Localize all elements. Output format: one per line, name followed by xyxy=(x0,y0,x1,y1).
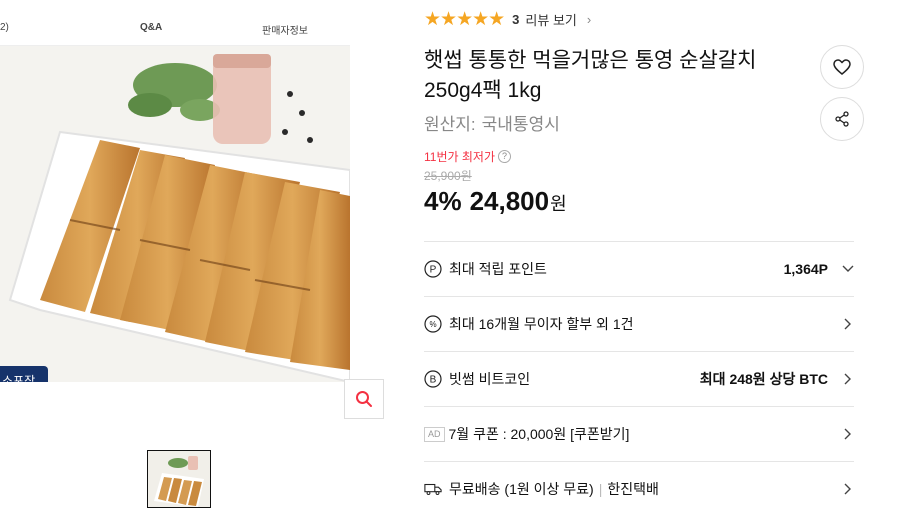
star-rating: ★★★★★ xyxy=(424,8,505,30)
bitcoin-icon: B xyxy=(424,370,442,388)
wishlist-button[interactable] xyxy=(820,45,864,89)
discount-rate: 4% xyxy=(424,186,462,216)
original-price: 25,900원 xyxy=(424,169,472,183)
benefit-row-coupon[interactable]: AD 7월 쿠폰 : 20,000원 [쿠폰받기] xyxy=(424,406,854,461)
benefit-row-shipping[interactable]: 무료배송 (1원 이상 무료) | 한진택배 xyxy=(424,461,854,508)
heart-icon xyxy=(833,59,851,75)
currency-unit: 원 xyxy=(550,194,567,214)
product-title: 햇썹 통통한 먹을거많은 통영 순살갈치 250g4팩 1kg xyxy=(424,49,757,102)
zoom-button[interactable] xyxy=(344,379,384,419)
chevron-down-icon xyxy=(842,262,854,276)
installment-icon: % xyxy=(424,315,442,333)
ad-tag: AD xyxy=(424,426,445,442)
product-main-image[interactable]: 2) Q&A 판매자정보 소포장 xyxy=(0,10,350,382)
share-icon xyxy=(835,111,849,127)
grilled-fish-illustration xyxy=(0,46,350,382)
truck-icon xyxy=(424,480,442,498)
benefit-label: 최대 적립 포인트 xyxy=(449,261,547,277)
search-icon xyxy=(356,391,372,407)
price-row: 4% 24,800 원 xyxy=(424,186,567,217)
review-count: 3 xyxy=(512,11,520,27)
carrier-name: 한진택배 xyxy=(607,481,659,497)
thumbnail-image xyxy=(148,451,210,507)
benefit-row-installment[interactable]: % 최대 16개월 무이자 할부 외 1건 xyxy=(424,296,854,351)
help-icon[interactable]: ? xyxy=(498,150,511,163)
chevron-right-icon xyxy=(842,427,854,441)
product-thumbnail[interactable] xyxy=(147,450,211,508)
benefit-list: P 최대 적립 포인트 1,364P % 최대 16개월 무이자 할부 외 1건… xyxy=(424,241,854,508)
small-pack-badge: 소포장 xyxy=(0,366,48,382)
benefit-label: 무료배송 (1원 이상 무료) xyxy=(449,481,594,497)
benefit-row-points[interactable]: P 최대 적립 포인트 1,364P xyxy=(424,241,854,296)
origin-label: 원산지: xyxy=(424,115,476,134)
divider: | xyxy=(598,481,603,497)
svg-text:P: P xyxy=(430,265,437,276)
benefit-row-bitcoin[interactable]: B 빗썸 비트코인 최대 248원 상당 BTC xyxy=(424,351,854,406)
benefit-label: 최대 16개월 무이자 할부 외 1건 xyxy=(449,316,634,332)
origin-info: 원산지: 국내통영시 xyxy=(424,110,560,135)
sale-price: 24,800 xyxy=(469,186,550,216)
product-info-panel: ★★★★★ 3 리뷰 보기 › 햇썹 통통한 먹을거많은 통영 순살갈치 250… xyxy=(424,0,898,508)
chevron-right-icon xyxy=(842,317,854,331)
origin-value: 국내통영시 xyxy=(481,115,560,134)
share-button[interactable] xyxy=(820,97,864,141)
benefit-label: 7월 쿠폰 : 20,000원 [쿠폰받기] xyxy=(448,426,630,442)
svg-text:%: % xyxy=(429,320,436,329)
svg-text:B: B xyxy=(430,375,437,386)
review-link[interactable]: 리뷰 보기 xyxy=(525,10,576,29)
point-icon: P xyxy=(424,260,442,278)
chevron-right-icon xyxy=(842,372,854,386)
benefit-value: 1,364P xyxy=(783,261,828,277)
product-image-panel: 2) Q&A 판매자정보 소포장 xyxy=(0,0,385,508)
chevron-right-icon: › xyxy=(586,11,592,27)
chevron-right-icon xyxy=(842,482,854,496)
lowest-price-label: 11번가 최저가 ? xyxy=(424,148,511,165)
rating-row[interactable]: ★★★★★ 3 리뷰 보기 › xyxy=(424,8,591,30)
benefit-label: 빗썸 비트코인 xyxy=(449,371,531,387)
benefit-value: 최대 248원 상당 BTC xyxy=(699,371,828,387)
